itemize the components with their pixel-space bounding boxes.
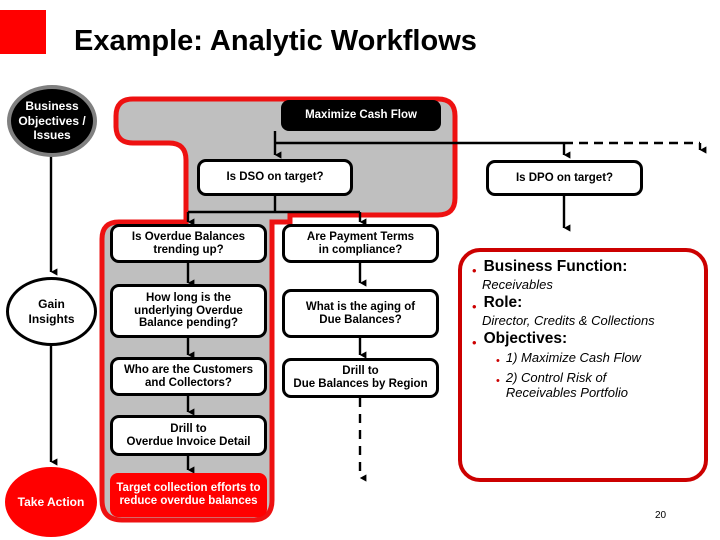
info-objective-item: • 1) Maximize Cash Flow (496, 350, 698, 367)
node-aging-of-due-balances[interactable]: What is the aging of Due Balances? (282, 289, 439, 338)
node-drill-overdue-invoice-detail[interactable]: Drill to Overdue Invoice Detail (110, 415, 267, 456)
node-label: Is DSO on target? (226, 171, 324, 184)
stage-label: Business Objectives / Issues (18, 99, 86, 143)
bullet-icon: • (472, 299, 477, 314)
node-target-collection-efforts[interactable]: Target collection efforts to reduce over… (110, 473, 267, 517)
info-role-value: Director, Credits & Collections (482, 313, 655, 328)
stage-label: Take Action (17, 494, 85, 509)
context-info-panel: • Business Function: Receivables • Role:… (458, 248, 708, 482)
info-role-label: Role: (483, 294, 523, 311)
info-objective-text: 2) Control Risk of Receivables Portfolio (505, 370, 628, 400)
node-label: Maximize Cash Flow (305, 109, 417, 122)
slide-canvas: Example: Analytic Workflows Business Obj… (0, 0, 720, 540)
bullet-icon: • (496, 355, 500, 367)
node-customers-and-collectors[interactable]: Who are the Customers and Collectors? (110, 357, 267, 396)
node-label: What is the aging of Due Balances? (305, 300, 416, 326)
info-objective-item: • 2) Control Risk of Receivables Portfol… (496, 370, 698, 401)
node-label: Are Payment Terms in compliance? (306, 230, 415, 256)
node-drill-due-balances-by-region[interactable]: Drill to Due Balances by Region (282, 358, 439, 398)
node-label: Is Overdue Balances trending up? (131, 230, 246, 256)
info-business-function-value: Receivables (482, 277, 553, 292)
node-label: Is DPO on target? (515, 171, 614, 184)
node-label: Who are the Customers and Collectors? (123, 363, 254, 389)
node-overdue-balance-pending[interactable]: How long is the underlying Overdue Balan… (110, 284, 267, 338)
node-maximize-cash-flow[interactable]: Maximize Cash Flow (281, 100, 441, 131)
node-overdue-balances-trending[interactable]: Is Overdue Balances trending up? (110, 224, 267, 263)
stage-label: Gain Insights (28, 297, 75, 326)
stage-gain-insights[interactable]: Gain Insights (6, 277, 97, 346)
info-objectives-label: Objectives: (483, 330, 568, 347)
info-business-function-row: • Business Function: (468, 258, 698, 277)
info-business-function-label: Business Function: (483, 258, 628, 275)
bullet-icon: • (496, 375, 500, 387)
node-label: Target collection efforts to reduce over… (116, 482, 261, 507)
page-number: 20 (655, 510, 667, 521)
node-label: Drill to Due Balances by Region (293, 365, 428, 390)
info-objective-text: 1) Maximize Cash Flow (505, 350, 641, 365)
bullet-icon: • (472, 263, 477, 278)
node-is-dpo-on-target[interactable]: Is DPO on target? (486, 160, 643, 196)
node-label: Drill to Overdue Invoice Detail (126, 422, 251, 448)
node-is-dso-on-target[interactable]: Is DSO on target? (197, 159, 353, 196)
bullet-icon: • (472, 335, 477, 350)
node-payment-terms-compliance[interactable]: Are Payment Terms in compliance? (282, 224, 439, 263)
info-objectives-row: • Objectives: (468, 330, 698, 349)
stage-business-objectives[interactable]: Business Objectives / Issues (7, 85, 97, 157)
info-role-row: • Role: (468, 294, 698, 313)
stage-take-action[interactable]: Take Action (5, 467, 97, 537)
node-label: How long is the underlying Overdue Balan… (134, 291, 243, 330)
